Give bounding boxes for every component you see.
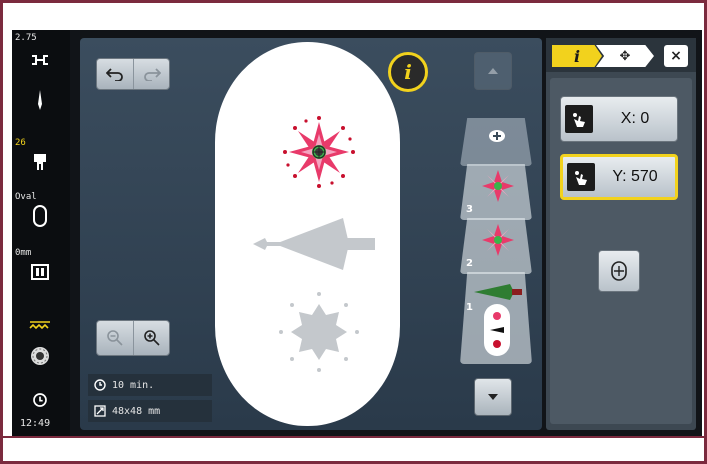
layer-item-3[interactable]: 3 <box>460 164 532 220</box>
add-layer-icon <box>489 130 505 142</box>
layer-thumb-hoop <box>474 284 522 356</box>
scroll-up-button[interactable] <box>474 52 512 90</box>
panel-tabbar: i ✥ × <box>546 38 696 72</box>
layer-item-1[interactable]: 1 <box>460 272 532 364</box>
tab-move[interactable]: ✥ <box>596 45 654 67</box>
info-button[interactable]: i <box>388 52 428 92</box>
stitch-time: 10 min. <box>112 379 155 391</box>
scroll-up-icon <box>488 68 498 74</box>
zoom-in-icon <box>143 330 160 346</box>
move-panel: i ✥ × X: 0 Y: 570 <box>546 38 696 430</box>
layer-thumb-flower <box>482 170 514 202</box>
layer-number: 3 <box>466 204 473 215</box>
center-design-icon <box>611 261 627 281</box>
layer-list: 3 2 1 <box>452 38 542 430</box>
hoop-icon[interactable] <box>28 204 52 228</box>
design-preview <box>253 116 375 372</box>
zoom-out-icon <box>107 330 123 346</box>
layer-add-card[interactable] <box>460 118 532 166</box>
presser-foot-value: 26 <box>15 138 26 148</box>
move-y-button[interactable]: Y: 570 <box>560 154 678 200</box>
embroidery-hoop[interactable] <box>215 42 400 426</box>
move-x-button[interactable]: X: 0 <box>560 96 678 142</box>
scroll-down-icon <box>488 394 498 400</box>
thread-tension-icon[interactable] <box>28 314 52 338</box>
frame-divider <box>0 436 707 438</box>
status-bar: 2.75 26 Oval 0mm 12:49 <box>12 30 70 436</box>
machine-screen: 2.75 26 Oval 0mm 12:49 10 min. 48x48 mm … <box>12 30 702 436</box>
needle-value: 2.75 <box>15 33 37 43</box>
layer-thumb-flower <box>482 224 514 256</box>
stitch-time-box: 10 min. <box>88 374 212 396</box>
embroidery-workspace: 10 min. 48x48 mm i 3 2 1 <box>80 38 542 430</box>
resize-icon <box>94 405 106 417</box>
star-design <box>279 292 359 372</box>
y-value: Y: 570 <box>612 168 658 185</box>
clock-icon <box>94 379 106 391</box>
layer-item-2[interactable]: 2 <box>460 218 532 274</box>
hoop-label: Oval <box>15 192 37 202</box>
flower-design <box>283 116 355 188</box>
center-design-button[interactable] <box>598 250 640 292</box>
redo-button[interactable] <box>133 59 169 89</box>
tree-design <box>253 218 375 270</box>
zoom-group <box>96 320 170 356</box>
clock-icon <box>33 393 47 407</box>
touch-move-icon <box>567 163 595 191</box>
undo-redo-group <box>96 58 170 90</box>
needle-icon[interactable] <box>28 88 52 112</box>
design-size-box: 48x48 mm <box>88 400 212 422</box>
presser-foot-icon[interactable] <box>28 150 52 174</box>
scroll-down-button[interactable] <box>474 378 512 416</box>
undo-icon <box>106 68 123 81</box>
design-size: 48x48 mm <box>112 405 161 417</box>
bobbin-icon[interactable] <box>28 344 52 368</box>
panel-body: X: 0 Y: 570 <box>550 78 692 424</box>
redo-icon <box>143 68 161 81</box>
touch-move-icon <box>565 105 593 133</box>
zoom-in-button[interactable] <box>133 321 169 355</box>
tab-info[interactable]: i <box>552 45 602 67</box>
x-value: X: 0 <box>620 110 650 127</box>
close-button[interactable]: × <box>664 45 688 67</box>
layer-number: 2 <box>466 258 473 269</box>
feed-dog-icon[interactable] <box>28 260 52 284</box>
clock-time: 12:49 <box>20 418 51 429</box>
undo-button[interactable] <box>97 59 133 89</box>
zoom-out-button[interactable] <box>97 321 133 355</box>
needle-plate-icon[interactable] <box>28 48 52 72</box>
offset-value: 0mm <box>15 248 32 258</box>
